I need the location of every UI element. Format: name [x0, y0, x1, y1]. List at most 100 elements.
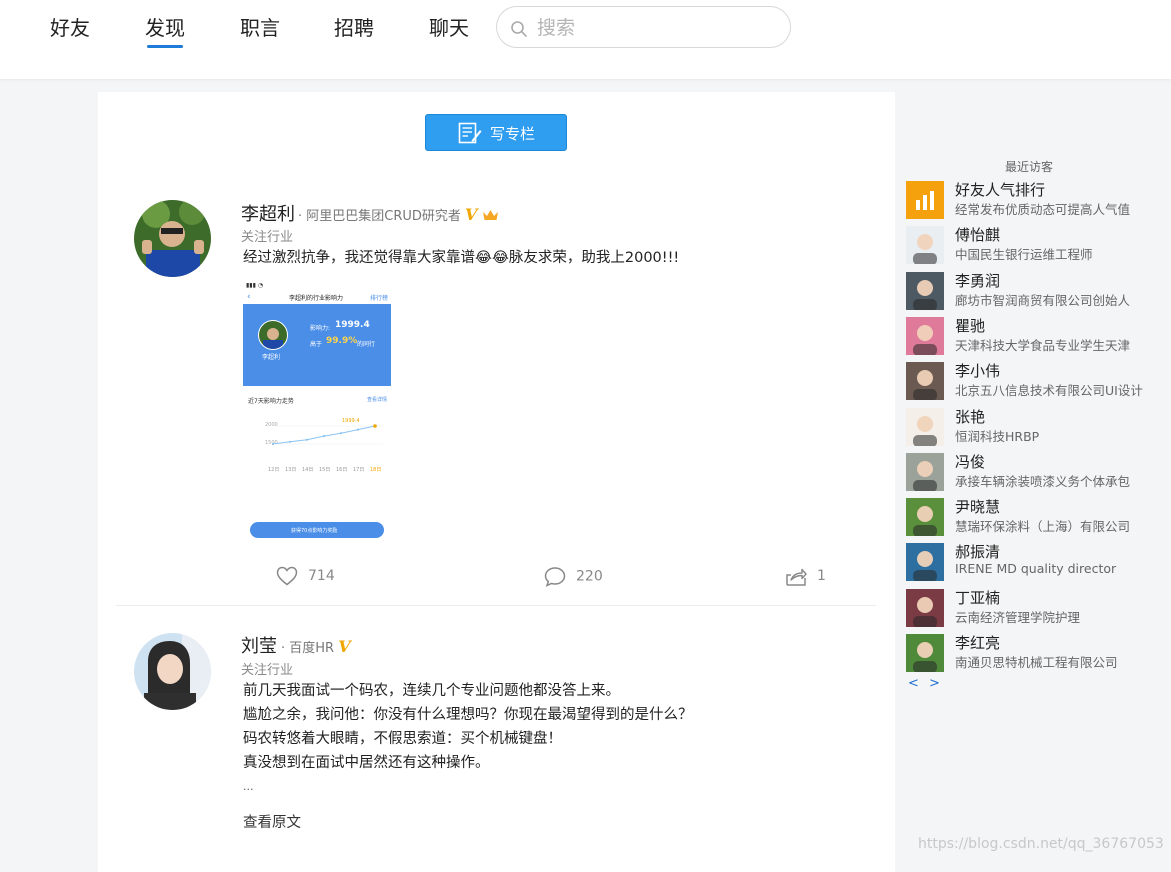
post-author-avatar[interactable] [134, 200, 211, 277]
nav-tab-chat[interactable]: 聊天 [429, 12, 469, 41]
visitor-item[interactable]: 冯俊承接车辆涂装喷漆义务个体承包 [906, 452, 1146, 493]
post-author-title: · 百度HR V [281, 637, 351, 656]
visitor-item[interactable]: 好友人气排行经常发布优质动态可提高人气值 [906, 181, 1146, 221]
trend-point [322, 435, 326, 438]
post-attached-image[interactable]: ▮▮▮ ◔ ‹ 李超利的行业影响力 排行榜 李超利 影响力: 1999.4 高于… [243, 280, 391, 542]
nav-tab-discover[interactable]: 发现 [145, 12, 185, 48]
visitor-description: 承接车辆涂装喷漆义务个体承包 [955, 473, 1131, 489]
visitor-avatar [906, 588, 944, 627]
visitor-avatar [906, 226, 944, 265]
visitor-description: 经常发布优质动态可提高人气值 [955, 202, 1131, 217]
popularity-ranking-icon [906, 181, 944, 219]
visitor-item[interactable]: 张艳恒润科技HRBP [906, 407, 1146, 448]
visitor-name: 尹晓慧 [955, 498, 1001, 517]
share-action[interactable]: 1 [785, 566, 826, 586]
post-author-name[interactable]: 李超利 [241, 200, 295, 226]
trend-point [356, 428, 360, 431]
visitor-description: 天津科技大学食品专业学生天津 [955, 337, 1131, 353]
visitor-avatar [906, 407, 944, 446]
reward-cta-label: 获得70点影响力奖励 [291, 528, 338, 534]
visitor-item[interactable]: 李勇润 廊坊市智润商贸有限公司创始人 [906, 271, 1146, 312]
visitor-name: 冯俊 [955, 452, 986, 471]
search-icon [511, 21, 527, 37]
trend-point [373, 424, 377, 428]
visitor-description: 廊坊市智润商贸有限公司创始人 [955, 292, 1131, 308]
post-text-line: 经过激烈抗争，我还觉得靠大家靠谱😂😂脉友求荣，助我上2000!!! [243, 250, 680, 266]
visitor-avatar [906, 362, 944, 401]
trend-day-label: 18日 [370, 467, 382, 473]
top-navigation-bar: 好友 发现 职言 招聘 聊天 [0, 0, 1171, 79]
visitor-description: 慧瑞环保涂料（上海）有限公司 [955, 519, 1131, 535]
visitor-name: 瞿驰 [955, 316, 986, 335]
watermark-text: https://blog.csdn.net/qq_36767053 [918, 836, 1164, 852]
comment-action[interactable]: 220 [544, 566, 603, 587]
post-text-line: 尴尬之余，我问他：你没有什么理想吗？你现在最渴望得到的是什么？ [243, 707, 693, 723]
read-original-link[interactable]: 查看原文 [243, 811, 301, 832]
trend-line-chart [271, 424, 383, 446]
trend-day-label: 15日 [319, 467, 331, 473]
post-text-ellipsis: ... [243, 780, 254, 793]
visitor-item[interactable]: 傅怡麒中国民生银行运维工程师 [906, 226, 1146, 266]
heart-icon [276, 566, 298, 586]
post-divider [116, 605, 876, 606]
post-body-text: 前几天我面试一个码农，连续几个专业问题他都没答上来。 尴尬之余，我问他：你没有什… [243, 679, 693, 799]
visitor-name: 李红亮 [955, 634, 1001, 652]
trend-day-label: 12日 [268, 467, 280, 473]
visitor-item[interactable]: 李红亮 南通贝思特机械工程有限公司 [906, 634, 1146, 674]
nav-tab-friends[interactable]: 好友 [50, 12, 90, 41]
visitor-description: 北京五八信息技术有限公司UI设计 [955, 383, 1143, 399]
post-body-text: 经过激烈抗争，我还觉得靠大家靠谱😂😂脉友求荣，助我上2000!!! [243, 246, 679, 270]
post-text-line: 码农转悠着大眼睛，不假思索道：买个机械键盘！ [243, 731, 562, 747]
visitor-avatar [906, 271, 944, 310]
share-count: 1 [817, 568, 826, 584]
visitor-name: 张艳 [955, 407, 986, 426]
avatar-photo-icon [134, 633, 211, 710]
trend-point [271, 442, 275, 446]
nav-tab-jobs[interactable]: 招聘 [334, 12, 374, 41]
visitor-description: IRENE MD quality director [955, 561, 1117, 577]
author-title-text: 阿里巴巴集团CRUD研究者 [306, 209, 461, 224]
trend-series-line [272, 425, 376, 445]
recent-visitors-title: 最近访客 [1005, 160, 1054, 174]
visitor-item[interactable]: 李小伟 北京五八信息技术有限公司UI设计 [906, 362, 1146, 402]
follow-industry-link[interactable]: 关注行业 [241, 226, 293, 245]
share-arrow-icon [786, 568, 807, 586]
visitor-name: 好友人气排行 [955, 181, 1046, 199]
comment-count: 220 [576, 568, 603, 585]
visitors-next-button[interactable]: > [929, 676, 940, 691]
visitor-item[interactable]: 郝振清 IRENE MD quality director [906, 543, 1146, 583]
visitor-item[interactable]: 尹晓慧慧瑞环保涂料（上海）有限公司 [906, 498, 1146, 538]
post-author-title: · 阿里巴巴集团CRUD研究者 V [298, 205, 499, 224]
visitor-description: 中国民生银行运维工程师 [955, 247, 1093, 263]
trend-point [288, 440, 292, 443]
visitor-item[interactable]: 瞿驰天津科技大学食品专业学生天津 [906, 316, 1146, 357]
comment-bubble-icon [544, 567, 566, 587]
trend-day-label: 14日 [302, 467, 314, 473]
verified-v-icon: V [465, 205, 478, 224]
write-column-button[interactable]: 写专栏 [425, 114, 567, 151]
visitor-avatar [906, 543, 944, 582]
visitor-name: 郝振清 [955, 543, 1001, 562]
follow-industry-link[interactable]: 关注行业 [241, 659, 293, 678]
post-text-line: 真没想到在面试中居然还有这种操作。 [243, 755, 490, 771]
visitor-avatar [906, 498, 944, 537]
nav-tab-workplace-talk[interactable]: 职言 [240, 12, 280, 41]
search-input[interactable] [535, 13, 779, 43]
visitor-description: 恒润科技HRBP [955, 428, 1040, 444]
post-author-avatar[interactable] [134, 633, 211, 710]
post-author-name[interactable]: 刘莹 [241, 632, 277, 658]
trend-point [305, 438, 309, 441]
like-count: 714 [308, 568, 335, 584]
visitor-avatar [906, 634, 944, 672]
visitor-item[interactable]: 丁亚楠 云南经济管理学院护理 [906, 588, 1146, 629]
trend-point [339, 432, 343, 435]
visitor-description: 云南经济管理学院护理 [955, 609, 1081, 625]
visitor-avatar [906, 452, 944, 491]
trend-day-label: 13日 [285, 467, 297, 473]
trend-day-label: 17日 [353, 467, 365, 473]
visitors-prev-button[interactable]: < [908, 676, 919, 691]
like-action[interactable]: 714 [276, 566, 335, 586]
search-box[interactable] [496, 6, 791, 48]
edit-document-icon [458, 122, 482, 144]
visitor-name: 傅怡麒 [955, 226, 1001, 245]
